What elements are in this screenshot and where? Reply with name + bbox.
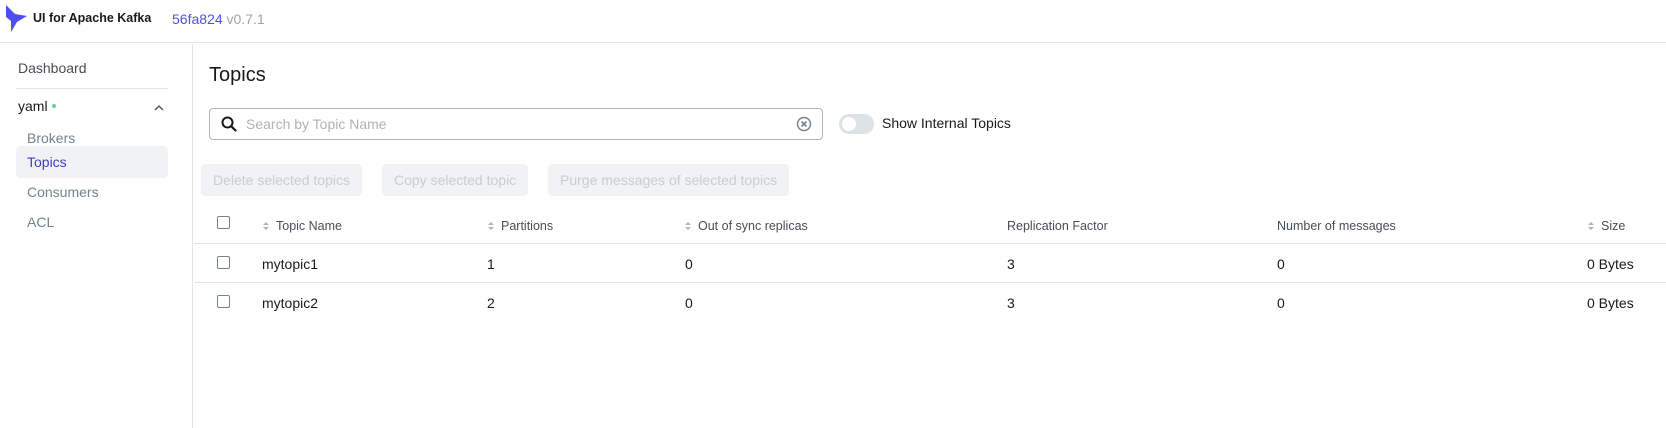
top-bar: UI for Apache Kafka 56fa824 v0.7.1 (0, 0, 1666, 43)
messages-cell: 0 (1277, 256, 1285, 272)
delete-selected-topics-button[interactable]: Delete selected topics (201, 164, 362, 196)
table-header-row: Topic Name Partitions Out of sync replic… (194, 207, 1666, 244)
partitions-cell: 1 (487, 256, 495, 272)
version-info: 56fa824 v0.7.1 (172, 11, 265, 27)
out-of-sync-cell: 0 (685, 295, 693, 311)
out-of-sync-cell: 0 (685, 256, 693, 272)
size-cell: 0 Bytes (1587, 256, 1634, 272)
sort-icon (263, 222, 269, 230)
sort-icon (685, 222, 691, 230)
sort-icon (1588, 222, 1594, 230)
sidebar-item-acl[interactable]: ACL (16, 206, 168, 238)
sidebar-item-topics[interactable]: Topics (16, 146, 168, 178)
table-row[interactable]: mytopic2 2 0 3 0 0 Bytes (194, 283, 1666, 322)
kafka-logo-icon[interactable] (4, 3, 28, 33)
purge-messages-button[interactable]: Purge messages of selected topics (548, 164, 790, 196)
page-title: Topics (209, 64, 266, 86)
column-header-topic-name[interactable]: Topic Name (262, 219, 342, 233)
sidebar-item-consumers[interactable]: Consumers (16, 176, 168, 208)
version-number: v0.7.1 (226, 11, 265, 27)
messages-cell: 0 (1277, 295, 1285, 311)
search-input[interactable] (246, 113, 786, 135)
cluster-status-dot (51, 104, 56, 108)
column-header-replication-factor: Replication Factor (1007, 219, 1108, 233)
sidebar-item-dashboard[interactable]: Dashboard (18, 60, 87, 76)
cluster-toggle[interactable]: yaml (18, 98, 170, 118)
search-box (209, 108, 823, 140)
copy-selected-topic-button[interactable]: Copy selected topic (382, 164, 529, 196)
row-checkbox[interactable] (217, 256, 230, 269)
show-internal-topics-label: Show Internal Topics (882, 115, 1011, 131)
sidebar-divider (16, 88, 168, 89)
size-cell: 0 Bytes (1587, 295, 1634, 311)
sidebar: Dashboard yaml Brokers Topics Consumers … (0, 44, 193, 428)
cluster-name: yaml (18, 98, 48, 114)
show-internal-topics-toggle[interactable] (839, 114, 874, 134)
main-content: Topics Show Internal Topics Delete selec… (194, 44, 1666, 428)
row-checkbox[interactable] (217, 295, 230, 308)
column-header-size[interactable]: Size (1587, 219, 1625, 233)
clear-search-icon[interactable] (796, 116, 812, 132)
topic-name-link[interactable]: mytopic2 (262, 295, 318, 311)
replication-factor-cell: 3 (1007, 295, 1015, 311)
select-all-checkbox[interactable] (217, 216, 230, 229)
search-icon (221, 116, 237, 132)
table-row[interactable]: mytopic1 1 0 3 0 0 Bytes (194, 244, 1666, 283)
commit-hash-link[interactable]: 56fa824 (172, 11, 223, 27)
partitions-cell: 2 (487, 295, 495, 311)
toggle-knob (842, 117, 856, 131)
replication-factor-cell: 3 (1007, 256, 1015, 272)
column-header-out-of-sync-replicas[interactable]: Out of sync replicas (684, 219, 808, 233)
sort-icon (488, 222, 494, 230)
topic-name-link[interactable]: mytopic1 (262, 256, 318, 272)
column-header-partitions[interactable]: Partitions (487, 219, 553, 233)
column-header-number-of-messages: Number of messages (1277, 219, 1396, 233)
app-title[interactable]: UI for Apache Kafka (33, 11, 151, 25)
chevron-up-icon[interactable] (154, 103, 164, 113)
